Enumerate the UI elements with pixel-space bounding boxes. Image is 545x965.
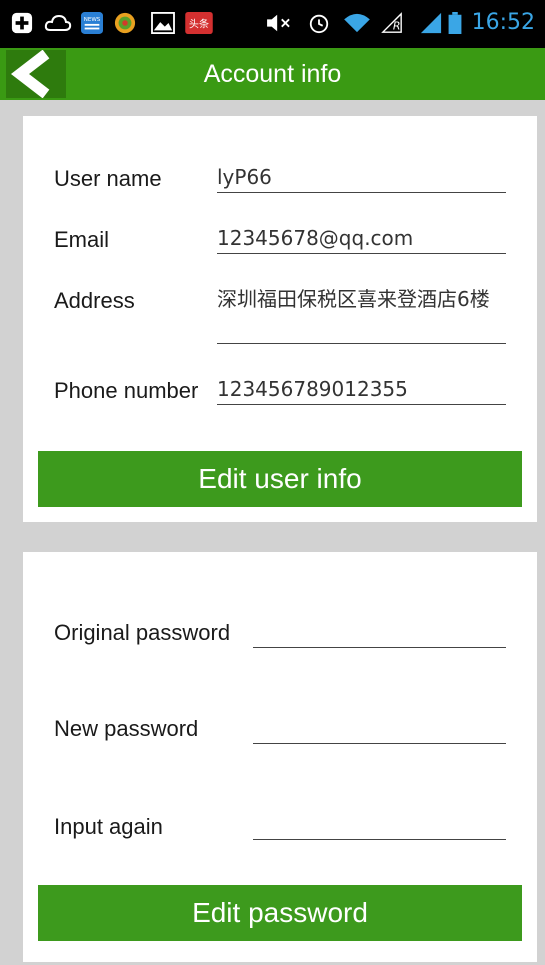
- svg-text:R: R: [393, 19, 401, 32]
- new-password-field[interactable]: [253, 714, 506, 744]
- title-bar: Account info: [0, 48, 545, 100]
- original-password-field[interactable]: [253, 618, 506, 648]
- email-label: Email: [54, 227, 110, 252]
- gallery-icon: [151, 12, 175, 34]
- battery-icon: [448, 12, 462, 34]
- cell-signal-icon: [420, 12, 442, 34]
- status-time: 16:52: [471, 10, 535, 35]
- address-label: Address: [54, 288, 135, 313]
- wifi-icon: [344, 13, 370, 33]
- alarm-icon: [309, 14, 329, 34]
- plus-icon: [11, 12, 33, 34]
- mute-icon: [267, 14, 290, 32]
- page-title: Account info: [203, 60, 342, 88]
- signal-r-icon: R: [381, 12, 402, 33]
- news-app-icon: NEWS: [81, 12, 103, 34]
- password-card: Original password New password Input aga…: [23, 552, 537, 962]
- toutiao-app-label: 头条: [189, 18, 209, 31]
- account-info-card: User name Email Address 深圳福田保税区喜来登酒店6楼 P…: [23, 116, 537, 522]
- edit-password-button[interactable]: Edit password: [38, 885, 522, 941]
- username-field[interactable]: [217, 164, 506, 193]
- original-password-label: Original password: [54, 620, 231, 645]
- gamepad-app-icon: [114, 12, 136, 34]
- edit-user-info-button[interactable]: Edit user info: [38, 451, 522, 507]
- news-app-label: NEWS: [84, 17, 101, 23]
- confirm-password-field[interactable]: [253, 810, 506, 840]
- status-bar: NEWS 头条 R 16:52: [0, 0, 545, 48]
- new-password-label: New password: [54, 716, 199, 741]
- cloud-icon: [44, 14, 72, 31]
- phone-label: Phone number: [54, 378, 199, 403]
- confirm-password-label: Input again: [54, 814, 163, 839]
- username-label: User name: [54, 166, 162, 191]
- address-field[interactable]: 深圳福田保税区喜来登酒店6楼: [217, 286, 506, 344]
- email-field[interactable]: [217, 225, 506, 254]
- phone-field[interactable]: [217, 376, 506, 405]
- toutiao-app-icon: 头条: [185, 12, 213, 34]
